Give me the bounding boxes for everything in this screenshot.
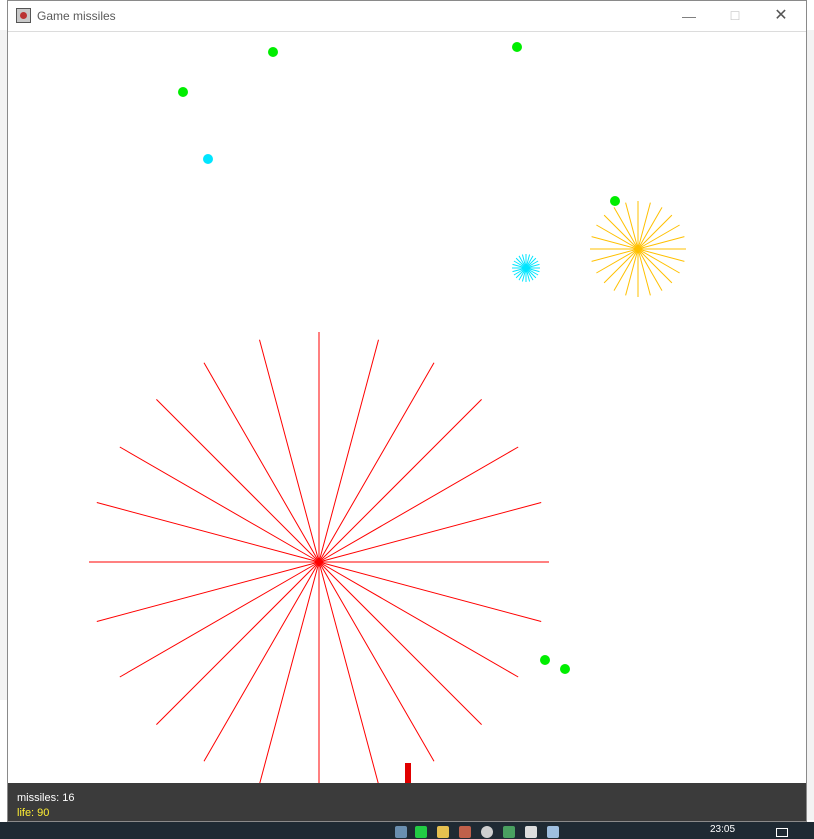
taskbar-app-icon[interactable] <box>525 826 537 838</box>
explosion-ray <box>119 561 320 678</box>
enemy-green <box>560 664 570 674</box>
java-app-icon <box>16 8 31 23</box>
explosion-ray <box>637 248 651 296</box>
enemy-green <box>610 196 620 206</box>
explosion-ray <box>637 248 685 262</box>
explosion-ray <box>318 399 482 563</box>
game-scene <box>89 42 686 783</box>
explosion-ray <box>318 446 519 563</box>
explosion-ray <box>318 561 542 622</box>
taskbar-app-icon[interactable] <box>503 826 515 838</box>
status-bar: missiles: 16 life: 90 <box>8 783 806 821</box>
folder-icon[interactable] <box>437 826 449 838</box>
explosion-ray <box>96 502 320 563</box>
explosion-ray <box>259 561 320 783</box>
background-window-edge <box>0 30 7 700</box>
enemy-green <box>178 87 188 97</box>
taskbar: 23:05 <box>0 822 814 839</box>
explosion-ray <box>318 362 435 563</box>
enemy-green <box>512 42 522 52</box>
missile-launcher <box>405 763 411 783</box>
explosion-ray <box>318 561 379 783</box>
explosion-orange <box>590 201 686 297</box>
explosion-ray <box>625 248 639 296</box>
close-button[interactable]: ✕ <box>758 1 804 31</box>
explosion-ray <box>637 236 685 250</box>
explosion-ray <box>119 446 320 563</box>
taskbar-app-icon[interactable] <box>481 826 493 838</box>
explosion-ray <box>637 202 651 250</box>
taskbar-app-icon[interactable] <box>459 826 471 838</box>
title-bar[interactable]: Game missiles — ☐ ✕ <box>8 1 806 32</box>
enemy-cyan <box>203 154 213 164</box>
life-counter: life: 90 <box>17 807 50 819</box>
background-window-edge-right <box>807 30 814 820</box>
explosion-red <box>89 332 549 783</box>
explosion-ray <box>318 561 435 762</box>
explosion-ray <box>259 339 320 563</box>
enemy-green <box>268 47 278 57</box>
window-title: Game missiles <box>37 9 116 23</box>
explosion-ray <box>156 561 320 725</box>
explosion-ray <box>203 561 320 762</box>
missiles-counter: missiles: 16 <box>17 792 75 804</box>
explosion-ray <box>318 561 482 725</box>
taskbar-app-icon[interactable] <box>547 826 559 838</box>
taskbar-clock: 23:05 <box>710 824 736 835</box>
explosion-ray <box>591 236 639 250</box>
explosion-ray <box>203 362 320 563</box>
explosion-ray <box>318 561 519 678</box>
maximize-button[interactable]: ☐ <box>712 1 758 31</box>
game-canvas[interactable] <box>8 32 806 783</box>
explosion-ray <box>156 399 320 563</box>
notification-icon[interactable] <box>776 828 788 837</box>
enemy-green <box>540 655 550 665</box>
taskbar-app-icon[interactable] <box>395 826 407 838</box>
explosion-ray <box>318 339 379 563</box>
game-window: Game missiles — ☐ ✕ missiles: 16 life: 9… <box>7 0 807 822</box>
explosion-ray <box>318 502 542 563</box>
explosion-cyan <box>512 254 540 282</box>
explosion-ray <box>591 248 639 262</box>
explosion-ray <box>625 202 639 250</box>
taskbar-app-icon[interactable] <box>415 826 427 838</box>
explosion-ray <box>96 561 320 622</box>
minimize-button[interactable]: — <box>666 1 712 31</box>
